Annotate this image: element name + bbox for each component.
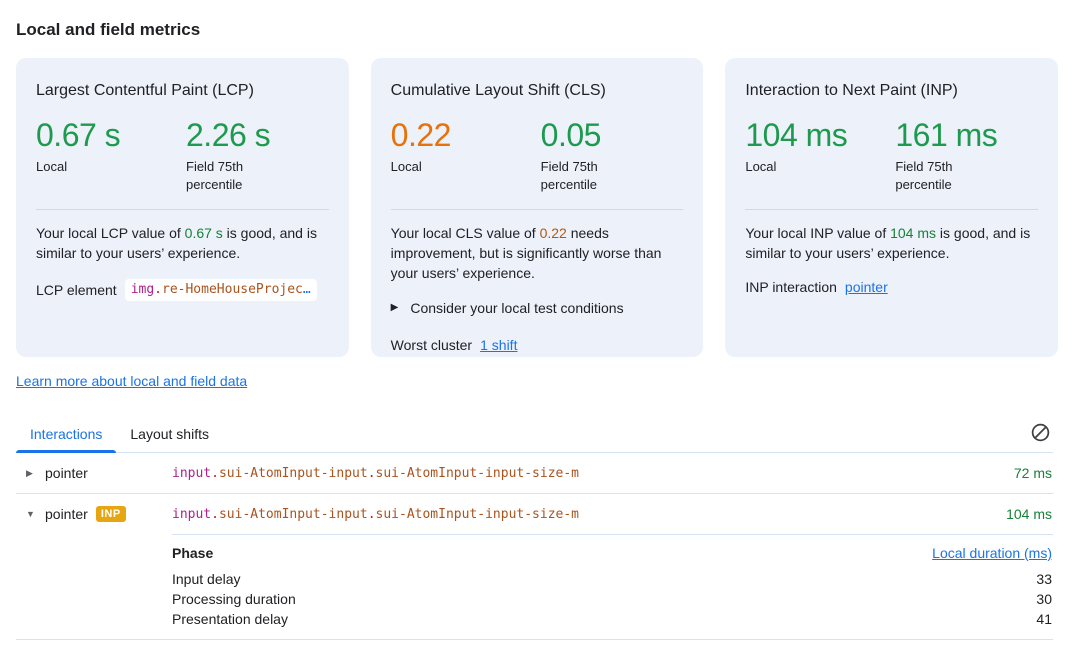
lcp-element-chip[interactable]: img.re-HomeHouseProjec…: [125, 279, 317, 301]
inp-divider: [745, 209, 1038, 210]
cls-test-conditions-label: Consider your local test conditions: [410, 300, 623, 316]
inp-local-column: 104 ms Local: [745, 116, 895, 194]
inp-card: Interaction to Next Paint (INP) 104 ms L…: [725, 58, 1058, 357]
lcp-chip-class: re-HomeHouseProjec: [162, 282, 303, 297]
inp-interaction-label: INP interaction: [745, 279, 837, 295]
cls-field-label: Field 75th percentile: [541, 158, 646, 194]
phase-column-header: Phase: [172, 543, 213, 563]
interaction-row-1-type: pointer: [45, 465, 88, 481]
interaction-row-2-duration: 104 ms: [1006, 506, 1052, 522]
cls-values: 0.22 Local 0.05 Field 75th percentile: [391, 116, 684, 194]
phase-table-header: Phase Local duration (ms): [172, 543, 1052, 563]
inp-badge: INP: [96, 506, 126, 522]
lcp-chip-tag: img: [131, 282, 154, 297]
selector-dot: .: [211, 466, 219, 481]
cls-field-column: 0.05 Field 75th percentile: [541, 116, 691, 194]
lcp-element-row: LCP element img.re-HomeHouseProjec…: [36, 279, 329, 301]
cls-worst-cluster-label: Worst cluster: [391, 337, 472, 353]
lcp-values: 0.67 s Local 2.26 s Field 75th percentil…: [36, 116, 329, 194]
cls-local-value: 0.22: [391, 116, 541, 154]
interaction-row-2-name: ▼ pointer INP: [26, 506, 172, 522]
caret-down-icon[interactable]: ▼: [26, 510, 37, 519]
cls-description: Your local CLS value of 0.22 needs impro…: [391, 223, 684, 283]
cls-test-conditions-disclosure[interactable]: ▶ Consider your local test conditions: [391, 300, 684, 316]
inp-field-column: 161 ms Field 75th percentile: [895, 116, 1045, 194]
cls-card-title: Cumulative Layout Shift (CLS): [391, 80, 684, 102]
selector-dot: .: [211, 507, 219, 522]
phase-label: Input delay: [172, 569, 241, 589]
cls-local-label: Local: [391, 158, 496, 176]
selector-dot: .: [368, 466, 376, 481]
tab-interactions[interactable]: Interactions: [16, 426, 116, 452]
lcp-description: Your local LCP value of 0.67 s is good, …: [36, 223, 329, 263]
phase-row-presentation-delay: Presentation delay 41: [172, 609, 1052, 629]
lcp-card: Largest Contentful Paint (LCP) 0.67 s Lo…: [16, 58, 349, 357]
inp-interaction-link[interactable]: pointer: [845, 279, 888, 295]
inp-description: Your local INP value of 104 ms is good, …: [745, 223, 1038, 263]
bottom-separator: [16, 639, 1053, 640]
cls-desc-before: Your local CLS value of: [391, 225, 540, 241]
cls-field-value: 0.05: [541, 116, 691, 154]
phase-label: Presentation delay: [172, 609, 288, 629]
phase-row-processing-duration: Processing duration 30: [172, 589, 1052, 609]
inp-values: 104 ms Local 161 ms Field 75th percentil…: [745, 116, 1038, 194]
inp-field-value: 161 ms: [895, 116, 1045, 154]
selector-class: sui-AtomInput-input: [219, 466, 368, 481]
interaction-row-pointer-2[interactable]: ▼ pointer INP input.sui-AtomInput-input.…: [0, 494, 1078, 534]
interaction-row-1-duration: 72 ms: [1014, 465, 1052, 481]
interaction-row-2-selector: input.sui-AtomInput-input.sui-AtomInput-…: [172, 507, 1006, 522]
lcp-local-label: Local: [36, 158, 141, 176]
interaction-row-pointer-1[interactable]: ▶ pointer input.sui-AtomInput-input.sui-…: [0, 453, 1078, 493]
inp-desc-before: Your local INP value of: [745, 225, 890, 241]
lcp-field-label: Field 75th percentile: [186, 158, 291, 194]
lcp-divider: [36, 209, 329, 210]
caret-right-icon: ▶: [391, 303, 399, 313]
inp-local-label: Local: [745, 158, 850, 176]
inp-card-title: Interaction to Next Paint (INP): [745, 80, 1038, 102]
interaction-row-2-type: pointer: [45, 506, 88, 522]
page-title: Local and field metrics: [16, 18, 1058, 42]
local-duration-sort-link[interactable]: Local duration (ms): [932, 543, 1052, 563]
lcp-local-value: 0.67 s: [36, 116, 186, 154]
cls-local-column: 0.22 Local: [391, 116, 541, 194]
lcp-desc-before: Your local LCP value of: [36, 225, 185, 241]
inp-interaction-row: INP interaction pointer: [745, 279, 1038, 295]
selector-tag: input: [172, 466, 211, 481]
selector-class: sui-AtomInput-input-size-m: [376, 507, 580, 522]
interaction-row-1-name: ▶ pointer: [26, 465, 172, 481]
cls-card: Cumulative Layout Shift (CLS) 0.22 Local…: [371, 58, 704, 357]
inp-desc-value: 104 ms: [890, 225, 936, 241]
block-icon[interactable]: [1029, 421, 1051, 443]
lcp-local-column: 0.67 s Local: [36, 116, 186, 194]
cls-desc-value: 0.22: [540, 225, 567, 241]
phase-label: Processing duration: [172, 589, 296, 609]
lcp-chip-dot: .: [154, 282, 162, 297]
learn-more-link[interactable]: Learn more about local and field data: [16, 373, 247, 390]
caret-right-icon[interactable]: ▶: [26, 469, 37, 478]
cls-worst-cluster-link[interactable]: 1 shift: [480, 337, 517, 353]
interaction-row-1-selector: input.sui-AtomInput-input.sui-AtomInput-…: [172, 466, 1014, 481]
phase-value: 41: [1036, 609, 1052, 629]
phase-value: 33: [1036, 569, 1052, 589]
lcp-field-column: 2.26 s Field 75th percentile: [186, 116, 336, 194]
selector-dot: .: [368, 507, 376, 522]
interaction-phase-details: Phase Local duration (ms) Input delay 33…: [0, 535, 1078, 639]
lcp-card-title: Largest Contentful Paint (LCP): [36, 80, 329, 102]
selector-class: sui-AtomInput-input: [219, 507, 368, 522]
inp-field-label: Field 75th percentile: [895, 158, 1000, 194]
cls-divider: [391, 209, 684, 210]
tab-layout-shifts[interactable]: Layout shifts: [116, 426, 223, 452]
lcp-chip-ellipsis: …: [303, 282, 311, 297]
tab-bar: Interactions Layout shifts: [16, 419, 1053, 453]
inp-local-value: 104 ms: [745, 116, 895, 154]
selector-class: sui-AtomInput-input-size-m: [376, 466, 580, 481]
metric-cards: Largest Contentful Paint (LCP) 0.67 s Lo…: [16, 58, 1058, 357]
cls-worst-cluster-row: Worst cluster 1 shift: [391, 337, 684, 353]
lcp-field-value: 2.26 s: [186, 116, 336, 154]
lcp-element-label: LCP element: [36, 282, 117, 298]
phase-value: 30: [1036, 589, 1052, 609]
selector-tag: input: [172, 507, 211, 522]
lcp-desc-value: 0.67 s: [185, 225, 223, 241]
phase-row-input-delay: Input delay 33: [172, 569, 1052, 589]
